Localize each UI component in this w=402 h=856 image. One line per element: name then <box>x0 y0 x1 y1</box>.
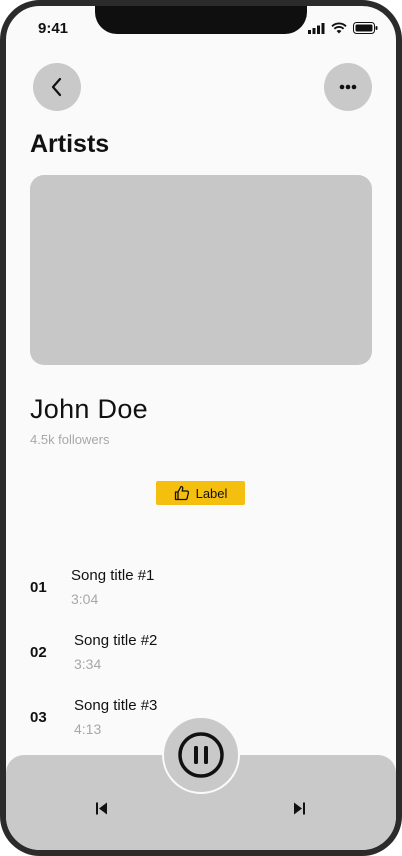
artist-image-placeholder <box>30 175 372 365</box>
status-time: 9:41 <box>38 20 69 37</box>
song-number: 01 <box>30 579 47 596</box>
notch <box>95 6 307 34</box>
phone-frame: 9:41 Artists John Doe 4.5k followers Lab… <box>0 0 402 856</box>
previous-track-button[interactable] <box>90 799 114 817</box>
pause-icon <box>178 732 224 778</box>
song-row-1[interactable]: 01 Song title #1 3:04 <box>6 567 396 613</box>
song-title: Song title #1 <box>71 567 155 584</box>
battery-icon <box>353 22 378 34</box>
artist-name: John Doe <box>30 394 148 424</box>
song-number: 03 <box>30 709 47 726</box>
wifi-icon <box>331 22 347 34</box>
thumbs-up-icon <box>174 485 189 501</box>
followers-count: 4.5k followers <box>30 432 110 447</box>
label-button[interactable]: Label <box>156 481 245 505</box>
song-duration: 3:34 <box>74 656 102 672</box>
more-options-button[interactable] <box>324 63 372 111</box>
song-title: Song title #3 <box>74 697 158 714</box>
more-horizontal-icon <box>339 84 357 90</box>
label-button-text: Label <box>195 485 228 501</box>
page-title: Artists <box>30 130 110 158</box>
song-row-2[interactable]: 02 Song title #2 3:34 <box>6 632 396 678</box>
skip-next-icon <box>294 802 305 814</box>
cellular-signal-icon <box>308 22 325 34</box>
status-icons <box>308 22 378 34</box>
pause-button[interactable] <box>162 716 240 794</box>
song-duration: 3:04 <box>71 591 99 607</box>
back-button[interactable] <box>33 63 81 111</box>
song-duration: 4:13 <box>74 721 102 737</box>
song-title: Song title #2 <box>74 632 158 649</box>
next-track-button[interactable] <box>287 799 311 817</box>
song-number: 02 <box>30 644 47 661</box>
chevron-left-icon <box>51 77 62 97</box>
skip-previous-icon <box>96 802 107 814</box>
